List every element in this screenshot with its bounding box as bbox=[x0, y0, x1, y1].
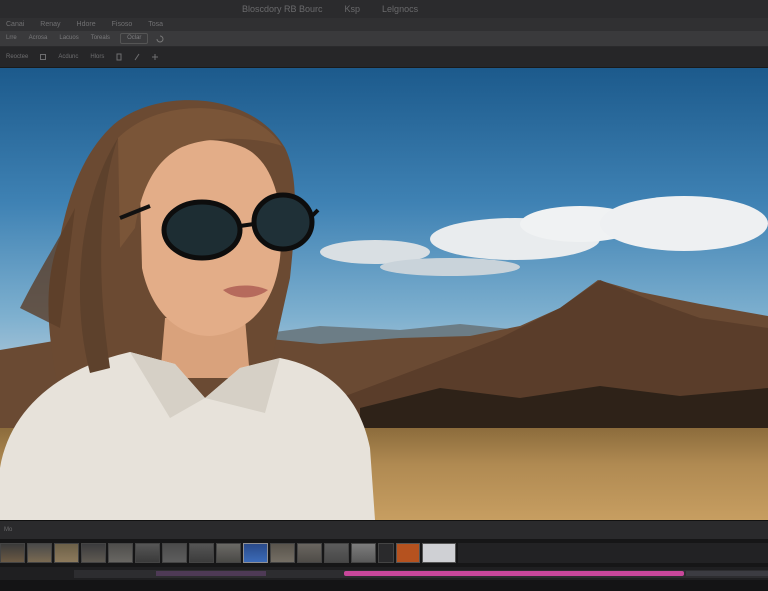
photo-canvas[interactable] bbox=[0, 68, 768, 520]
timeline-scrollbar[interactable] bbox=[0, 580, 768, 591]
option-1[interactable]: Lrre bbox=[0, 31, 23, 46]
tool-2[interactable]: Acdunc bbox=[52, 47, 84, 67]
brush-icon[interactable] bbox=[133, 53, 141, 61]
filmstrip-empty-area bbox=[458, 543, 768, 563]
timeline-selection[interactable] bbox=[344, 571, 684, 576]
tool-3[interactable]: Hlors bbox=[84, 47, 110, 67]
timeline-bar[interactable] bbox=[0, 567, 768, 591]
crop-icon[interactable] bbox=[39, 53, 47, 61]
options-bar: Lrre Acrosa Lacuos Toreals Oclar bbox=[0, 31, 768, 47]
option-3[interactable]: Lacuos bbox=[53, 31, 84, 46]
title-bar: Bloscdory RB Bourc Ksp Lelgnocs bbox=[0, 0, 768, 18]
filmstrip-thumbnail[interactable] bbox=[27, 543, 52, 563]
filmstrip-label: Mo bbox=[4, 527, 13, 533]
filmstrip-thumbnail[interactable] bbox=[396, 543, 420, 563]
title-text-1: Bloscdory RB Bourc bbox=[242, 4, 323, 14]
filmstrip-thumbnail[interactable] bbox=[54, 543, 79, 563]
filmstrip-thumbnail-selected[interactable] bbox=[243, 543, 268, 563]
tool-1[interactable]: Reoctee bbox=[0, 47, 34, 67]
tool-strip: Reoctee Acdunc Hlors bbox=[0, 47, 768, 68]
menu-item-3[interactable]: Hdore bbox=[69, 18, 104, 31]
filmstrip bbox=[0, 539, 768, 567]
window-title: Bloscdory RB Bourc Ksp Lelgnocs bbox=[242, 0, 418, 18]
filmstrip-thumbnail[interactable] bbox=[162, 543, 187, 563]
filmstrip-thumbnail[interactable] bbox=[81, 543, 106, 563]
move-icon[interactable] bbox=[151, 53, 159, 61]
filmstrip-thumbnail[interactable] bbox=[135, 543, 160, 563]
filmstrip-header: Mo bbox=[0, 520, 768, 540]
filmstrip-thumbnail[interactable] bbox=[216, 543, 241, 563]
menu-item-4[interactable]: Fisoso bbox=[104, 18, 141, 31]
filmstrip-thumbnail[interactable] bbox=[378, 543, 394, 563]
timeline-segment[interactable] bbox=[156, 571, 266, 576]
filmstrip-thumbnail[interactable] bbox=[351, 543, 376, 563]
stamp-icon[interactable] bbox=[115, 53, 123, 61]
menu-item-5[interactable]: Tosa bbox=[140, 18, 171, 31]
reset-icon[interactable] bbox=[156, 35, 164, 43]
option-4[interactable]: Toreals bbox=[85, 31, 116, 46]
filmstrip-thumbnail[interactable] bbox=[189, 543, 214, 563]
title-text-2: Ksp bbox=[344, 4, 361, 14]
option-2[interactable]: Acrosa bbox=[23, 31, 54, 46]
menu-bar: Canai Renay Hdore Fisoso Tosa bbox=[0, 18, 768, 31]
title-text-3: Lelgnocs bbox=[382, 4, 419, 14]
filmstrip-thumbnail[interactable] bbox=[0, 543, 25, 563]
portrait-subject bbox=[0, 100, 375, 520]
filmstrip-thumbnail[interactable] bbox=[270, 543, 295, 563]
menu-item-2[interactable]: Renay bbox=[32, 18, 68, 31]
filmstrip-thumbnail[interactable] bbox=[297, 543, 322, 563]
filmstrip-thumbnail[interactable] bbox=[108, 543, 133, 563]
menu-item-1[interactable]: Canai bbox=[0, 18, 32, 31]
filmstrip-thumbnail[interactable] bbox=[422, 543, 456, 563]
options-button[interactable]: Oclar bbox=[120, 33, 149, 44]
filmstrip-thumbnail[interactable] bbox=[324, 543, 349, 563]
timeline-segment[interactable] bbox=[686, 571, 768, 576]
